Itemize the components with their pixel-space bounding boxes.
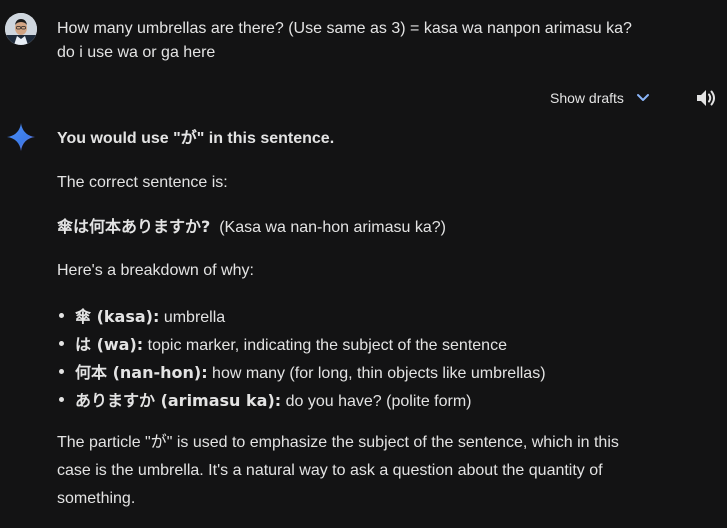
paragraph-line-1: The particle "が" is used to emphasize th… <box>57 434 619 451</box>
avatar-image <box>5 13 37 45</box>
bullet-dot <box>59 341 64 347</box>
bullet-dot <box>59 397 64 403</box>
example-sentence: 傘は何本ありますか? (Kasa wa nan-hon arimasu ka?) <box>57 215 446 240</box>
show-drafts-label: Show drafts <box>550 90 624 106</box>
bullet-dot <box>59 369 64 375</box>
correct-sentence-intro: The correct sentence is: <box>57 174 228 191</box>
paragraph-line-2: case is the umbrella. It's a natural way… <box>57 462 603 479</box>
list-item: 何本 (nan-hon): how many (for long, thin o… <box>57 359 546 387</box>
list-item-description: do you have? (polite form) <box>285 393 472 410</box>
user-avatar[interactable] <box>5 13 37 45</box>
list-item-term: 何本 (nan-hon): <box>75 363 208 382</box>
list-item-term: は (wa): <box>75 335 144 354</box>
volume-button[interactable] <box>694 86 720 110</box>
list-item: 傘 (kasa): umbrella <box>57 303 225 331</box>
user-message-text: How many umbrellas are there? (Use same … <box>57 17 697 65</box>
list-item-term: ありますか (arimasu ka): <box>75 391 282 410</box>
drafts-toolbar: Show drafts <box>540 86 660 110</box>
list-item-description: how many (for long, thin objects like um… <box>212 365 546 382</box>
explanation-paragraph: The particle "が" is used to emphasize th… <box>57 429 657 513</box>
volume-icon <box>697 90 715 106</box>
example-sentence-japanese: 傘は何本ありますか? <box>57 217 211 236</box>
gemini-sparkle-icon <box>6 122 36 152</box>
list-item: ありますか (arimasu ka): do you have? (polite… <box>57 387 472 415</box>
list-item: は (wa): topic marker, indicating the sub… <box>57 331 507 359</box>
breakdown-intro: Here's a breakdown of why: <box>57 262 254 279</box>
chevron-down-icon <box>636 94 649 101</box>
list-item-term: 傘 (kasa): <box>75 307 160 326</box>
user-message-line-2: do i use wa or ga here <box>57 44 216 61</box>
show-drafts-button[interactable]: Show drafts <box>540 90 660 106</box>
list-item-description: umbrella <box>163 309 226 326</box>
bullet-dot <box>59 313 64 319</box>
list-item-description: topic marker, indicating the subject of … <box>147 337 507 354</box>
response-heading: You would use "が" in this sentence. <box>57 130 335 147</box>
user-message: How many umbrellas are there? (Use same … <box>0 0 727 80</box>
user-message-line-1: How many umbrellas are there? (Use same … <box>57 20 632 37</box>
paragraph-line-3: something. <box>57 490 136 507</box>
example-sentence-romaji: (Kasa wa nan-hon arimasu ka?) <box>219 219 446 236</box>
